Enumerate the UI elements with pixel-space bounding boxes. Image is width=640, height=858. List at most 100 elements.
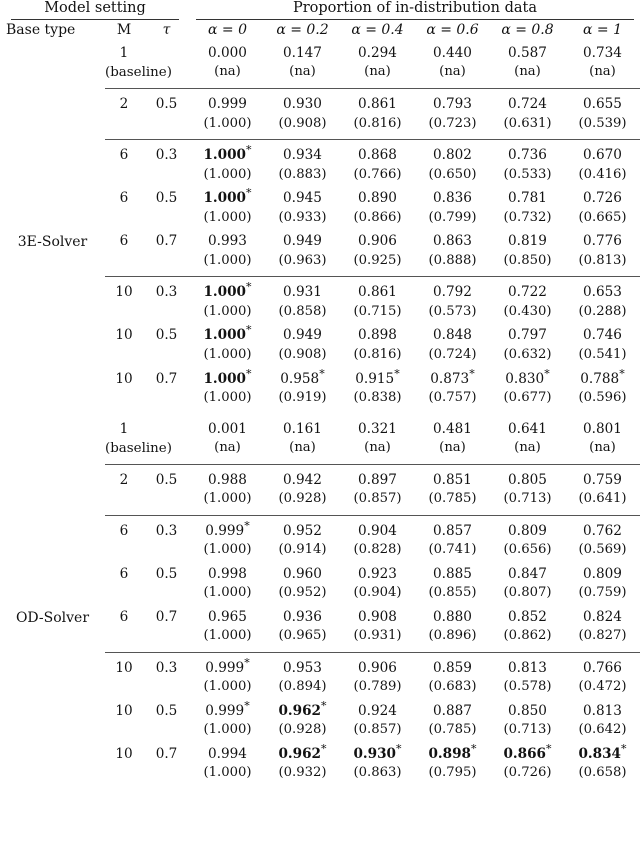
- cell-value-sub: (na): [514, 64, 541, 80]
- cell-m: 6: [119, 147, 129, 164]
- cell-value-sub: (0.541): [578, 346, 627, 362]
- cell-value-sub: (1.000): [203, 303, 252, 319]
- cell-m: 10: [115, 284, 133, 301]
- cell-value-main: 1.000*: [203, 280, 252, 301]
- base-type-blank: [0, 721, 105, 740]
- base-type-blank: [0, 95, 105, 114]
- table-row-sub: (1.000) (0.908) (0.816) (0.724) (0.632) (0.54…: [0, 346, 640, 365]
- cell-value-sub: (0.963): [278, 252, 327, 268]
- table-row-sub: (1.000) (0.919) (0.838) (0.757) (0.677) (0.59…: [0, 389, 640, 408]
- cell-value-main: 1.000*: [203, 143, 252, 164]
- cell-value-sub: (0.641): [578, 491, 627, 507]
- cell-tau: 0.5: [155, 471, 178, 488]
- cell-value-main: 0.880: [433, 608, 472, 625]
- cell-value-main: 0.999*: [205, 656, 250, 676]
- cell-m-secondary: (baseline): [105, 440, 172, 456]
- cell-m: 6: [119, 522, 129, 539]
- cell-m: 10: [115, 746, 133, 763]
- base-type-blank: [0, 522, 105, 541]
- cell-value-sub: (1.000): [203, 252, 252, 268]
- table-row: 6 0.3 1.000* 0.934 0.868 0.802 0.736 0.670: [0, 143, 640, 165]
- cell-tau-blank: [143, 115, 190, 134]
- cell-tau-blank: [143, 389, 190, 408]
- cell-value-sub: (0.578): [503, 679, 552, 695]
- table-row-sub: (1.000) (0.914) (0.828) (0.741) (0.656) (0.56…: [0, 541, 640, 560]
- table-row: 10 0.7 0.994 0.962* 0.930* 0.898* 0.866* 0.834*: [0, 744, 640, 764]
- cell-value-main: 0.819: [508, 233, 547, 250]
- base-type-blank: [0, 565, 105, 584]
- cell-value-sub: (0.715): [353, 303, 402, 319]
- base-type-blank: [0, 146, 105, 165]
- cell-value-sub: (0.795): [428, 765, 477, 781]
- cell-value-sub: (0.904): [353, 585, 402, 601]
- cell-m: 10: [115, 703, 133, 720]
- table-row-sub: (1.000) (0.908) (0.816) (0.723) (0.631) (0.53…: [0, 115, 640, 134]
- column-header-alpha-04: α = 0.4: [351, 22, 404, 38]
- cell-value-main: 0.762: [583, 522, 622, 539]
- cell-tau-blank: [143, 764, 190, 783]
- cell-value-sub: (0.713): [503, 722, 552, 738]
- cell-value-main: 0.861: [358, 96, 397, 113]
- cell-m: 10: [115, 660, 133, 676]
- cell-value-main: 0.915*: [355, 366, 400, 387]
- cell-value-sub: (0.896): [428, 628, 477, 644]
- cell-value-sub: (0.533): [503, 166, 552, 182]
- cell-tau-blank: [143, 303, 190, 322]
- cell-value-main: 0.863: [433, 233, 472, 250]
- cell-tau-blank: [143, 252, 190, 271]
- cell-value-main: 0.857: [433, 522, 472, 539]
- group-header-proportion: Proportion of in-distribution data: [292, 0, 537, 16]
- cell-m: 1: [119, 420, 129, 437]
- cell-value-sub: (0.677): [503, 389, 552, 405]
- base-type-blank: [0, 745, 105, 764]
- cell-value-sub: (0.723): [428, 115, 477, 131]
- cell-value-main: 0.587: [508, 45, 547, 61]
- cell-value-main: 0.809: [583, 565, 622, 582]
- cell-value-sub: (1.000): [203, 542, 252, 558]
- cell-value-main: 0.952: [283, 522, 322, 539]
- cell-value-sub: (1.000): [203, 166, 252, 182]
- cell-value-main: 0.993: [208, 233, 247, 250]
- cell-m-secondary: [105, 541, 143, 560]
- cell-value-main: 0.641: [508, 420, 547, 437]
- cell-m-secondary: [105, 490, 143, 509]
- table-row: OD-Solver 6 0.7 0.965 0.936 0.908 0.880 0.852 0.…: [0, 608, 640, 627]
- column-header-row: Base type M τ α = 0 α = 0.2 α = 0.4 α = …: [0, 22, 640, 38]
- cell-tau: 0.3: [155, 522, 178, 539]
- table-row: 3E-Solver 6 0.7 0.993 0.949 0.906 0.863 0.819 0.…: [0, 232, 640, 251]
- base-type-blank: [0, 471, 105, 490]
- cell-value-main: 0.897: [358, 471, 397, 488]
- cell-value-sub: (0.631): [503, 115, 552, 131]
- cell-value-sub: (0.857): [353, 491, 402, 507]
- column-header-base-type: Base type: [6, 22, 76, 38]
- cell-value-sub: (0.766): [353, 166, 402, 182]
- cell-value-main: 0.655: [583, 96, 622, 113]
- cell-value-sub: (1.000): [203, 491, 252, 507]
- cell-value-main: 0.801: [583, 420, 622, 437]
- cell-value-sub: (0.850): [503, 252, 552, 268]
- cell-m-secondary: [105, 346, 143, 365]
- cell-value-main: 0.859: [433, 660, 472, 676]
- column-header-alpha-08: α = 0.8: [501, 22, 554, 38]
- cell-value-sub: (0.569): [578, 542, 627, 558]
- cell-value-main: 0.890: [358, 190, 397, 207]
- cell-tau: 0.5: [155, 565, 178, 582]
- cell-value-main: 0.942: [283, 471, 322, 488]
- cell-value-sub: (0.855): [428, 585, 477, 601]
- cell-value-main: 0.904: [358, 522, 397, 539]
- cell-value-main: 0.930: [283, 96, 322, 113]
- cell-m: 10: [115, 370, 133, 387]
- cell-tau-blank: [143, 721, 190, 740]
- cell-value-sub: (0.925): [353, 252, 402, 268]
- cell-value-sub: (0.759): [578, 585, 627, 601]
- cell-value-main: 0.788*: [580, 366, 625, 387]
- cell-value-main: 0.809: [508, 522, 547, 539]
- table-row: 10 0.5 1.000* 0.949 0.898 0.848 0.797 0.746: [0, 325, 640, 345]
- cell-value-sub: (1.000): [203, 765, 252, 781]
- cell-value-sub: (0.908): [278, 346, 327, 362]
- cell-m: 2: [119, 96, 129, 113]
- cell-value-main: 0.792: [433, 284, 472, 301]
- base-type-blank: [0, 439, 105, 458]
- cell-value-sub: (0.828): [353, 542, 402, 558]
- cell-tau: 0.5: [155, 190, 178, 207]
